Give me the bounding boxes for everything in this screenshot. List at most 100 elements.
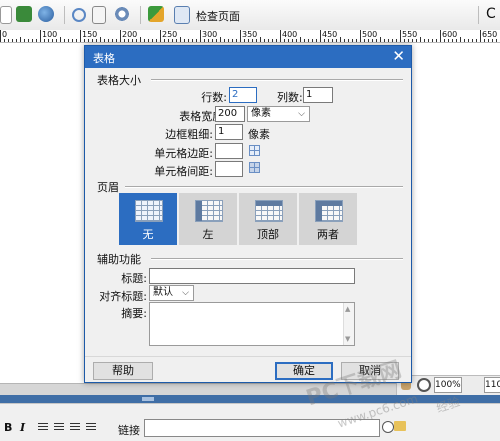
window-size-select[interactable]: 110 [484,377,500,393]
ruler-tick [492,39,493,42]
ruler-tick [20,37,21,42]
group-divider [151,79,403,81]
italic-button[interactable]: I [20,421,25,434]
ruler-tick [444,39,445,42]
header-option-label: 无 [142,228,154,241]
zoom-select[interactable]: 100% [434,377,462,393]
check-page-icon[interactable] [174,6,190,24]
align-center-icon[interactable] [54,423,64,431]
width-unit-value: 像素 [251,108,271,119]
ruler-tick [352,39,353,42]
border-input[interactable]: 1 [215,124,243,140]
ruler-tick [416,39,417,42]
align-left-icon[interactable] [38,423,48,431]
header-option-none[interactable]: 无 [119,193,177,245]
ruler-mark: 450 [322,30,338,39]
cell-spacing-label: 单元格间距: [154,165,213,178]
cols-input[interactable]: 1 [303,87,333,103]
ruler-tick [108,39,109,42]
ruler-mark: 100 [42,30,58,39]
ruler-tick [332,39,333,42]
splitter-grip[interactable] [142,397,154,401]
cell-padding-input[interactable] [215,143,243,159]
table-width-input[interactable]: 200 [215,106,245,122]
ruler-tick [264,39,265,42]
ruler-tick [244,39,245,42]
align-caption-select[interactable]: 默认 ⌵ [149,285,194,301]
summary-scrollbar[interactable]: ▲ ▼ [343,303,354,345]
align-caption-value: 默认 [153,287,173,298]
ruler-tick [404,39,405,42]
ruler-tick [48,39,49,42]
ruler-mark: 250 [162,30,178,39]
scroll-down-icon[interactable]: ▼ [345,335,350,343]
ruler-tick [324,39,325,42]
document-icon[interactable] [0,6,12,24]
ruler-tick [476,39,477,42]
dialog-title-bar[interactable]: 表格 ✕ [85,46,411,68]
link-label: 链接 [118,424,140,437]
ruler-tick [340,37,341,42]
ruler-tick [148,39,149,42]
ruler-tick [160,30,161,42]
ruler-tick [16,39,17,42]
toolbar-partial-text: C [486,6,496,22]
align-caption-label: 对齐标题: [99,290,147,303]
ruler-tick [176,39,177,42]
point-to-file-icon[interactable] [382,421,394,433]
align-justify-icon[interactable] [86,423,96,431]
ruler-tick [32,39,33,42]
header-option-top[interactable]: 顶部 [239,193,297,245]
check-page-button[interactable]: 检查页面 [196,8,240,24]
ruler-tick [468,39,469,42]
cell-spacing-input[interactable] [215,161,243,177]
rows-input[interactable]: 2 [229,87,257,103]
visual-aids-icon[interactable] [114,6,130,22]
table-dialog: 表格 ✕ 表格大小 行数: 2 列数: 1 表格宽度: 200 像素 ⌵ 边框粗… [84,45,412,383]
border-label: 边框粗细: [165,128,213,141]
ruler-tick [252,39,253,42]
zoom-tool-icon[interactable] [417,378,431,392]
ruler-tick [12,39,13,42]
ruler-tick [368,39,369,42]
ruler-tick [436,39,437,42]
chevron-down-icon: ⌵ [298,109,305,119]
ruler-tick [120,30,121,42]
ruler-tick [88,39,89,42]
header-option-both[interactable]: 两者 [299,193,357,245]
panel-splitter[interactable] [0,395,500,403]
validate-icon[interactable] [148,6,164,22]
bold-button[interactable]: B [4,421,12,434]
header-option-left[interactable]: 左 [179,193,237,245]
ruler-tick [216,39,217,42]
caption-input[interactable] [149,268,355,284]
close-icon[interactable]: ✕ [392,48,405,65]
ruler-tick [260,37,261,42]
ruler-tick [356,39,357,42]
ruler-mark: 550 [402,30,418,39]
ruler-tick [200,30,201,42]
folder-icon[interactable] [394,421,406,431]
header-group-label: 页眉 [97,181,119,194]
ruler-tick [308,39,309,42]
view-options-icon[interactable] [92,6,106,24]
scroll-up-icon[interactable]: ▲ [345,305,350,313]
ruler-tick [432,39,433,42]
align-right-icon[interactable] [70,423,80,431]
summary-textarea[interactable]: ▲ ▼ [149,302,355,346]
table-both-header-icon [315,200,343,222]
ruler-tick [96,39,97,42]
ruler-tick [360,30,361,42]
refresh-icon[interactable] [72,8,86,22]
ruler-tick [56,39,57,42]
ruler-tick [168,39,169,42]
globe-icon[interactable] [38,6,54,22]
ruler-tick [484,39,485,42]
transfer-icon[interactable] [16,6,32,22]
ruler-mark: 500 [362,30,378,39]
help-button[interactable]: 帮助 [93,362,153,380]
ruler-tick [40,30,41,42]
ruler-tick [412,39,413,42]
width-unit-select[interactable]: 像素 ⌵ [247,106,310,122]
ruler-tick [228,39,229,42]
